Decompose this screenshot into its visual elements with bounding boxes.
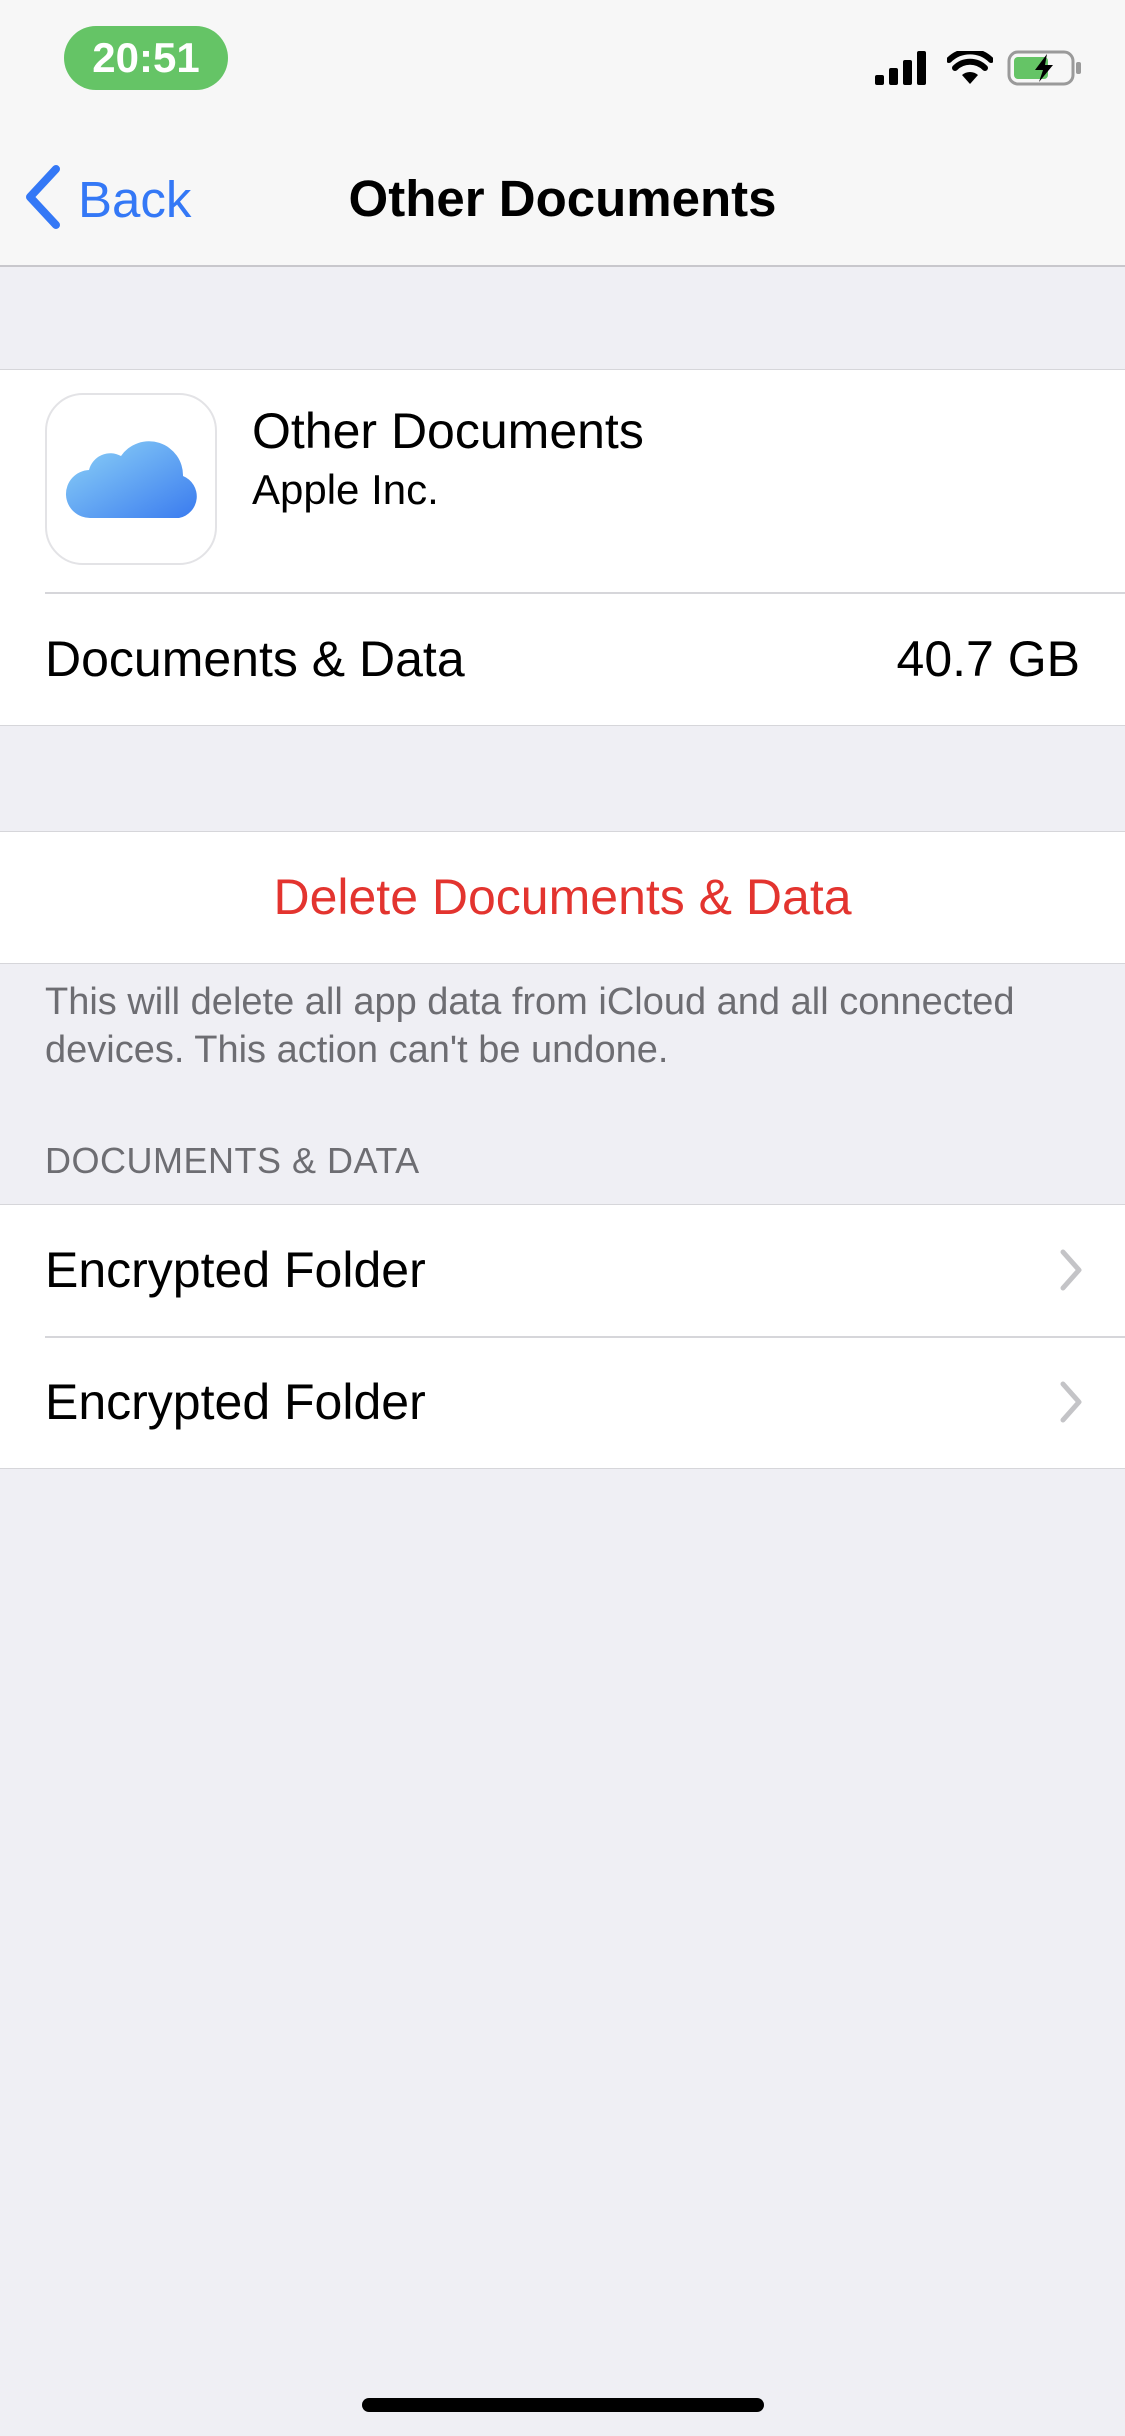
section-header: DOCUMENTS & DATA [45,1140,420,1181]
app-name: Other Documents [252,403,644,459]
status-bar: 20:51 [0,0,1125,132]
wifi-icon [947,51,993,85]
app-developer: Apple Inc. [252,466,439,513]
signal-icon [875,51,929,85]
home-indicator[interactable] [362,2398,764,2412]
status-time[interactable]: 20:51 [64,26,228,90]
list-item[interactable]: Encrypted Folder [0,1337,1125,1468]
battery-charging-icon [1007,50,1083,86]
page-title: Other Documents [348,170,777,227]
documents-data-size: 40.7 GB [896,631,1080,687]
folders-group: Encrypted Folder Encrypted Folder [0,1204,1125,1469]
delete-documents-button[interactable]: Delete Documents & Data [0,832,1125,963]
delete-group: Delete Documents & Data [0,831,1125,964]
app-info-group: Other Documents Apple Inc. Documents & D… [0,369,1125,726]
icloud-icon [45,393,217,565]
folder-label: Encrypted Folder [45,1242,426,1298]
folder-label: Encrypted Folder [45,1374,426,1430]
documents-data-row: Documents & Data 40.7 GB [0,594,1125,725]
chevron-right-icon [1059,1248,1083,1297]
navigation-bar: Back Other Documents [0,132,1125,267]
list-item[interactable]: Encrypted Folder [0,1205,1125,1336]
delete-footer-note: This will delete all app data from iClou… [45,981,1015,1071]
status-icons [875,46,1083,90]
chevron-right-icon [1059,1380,1083,1429]
documents-data-label: Documents & Data [45,631,465,687]
